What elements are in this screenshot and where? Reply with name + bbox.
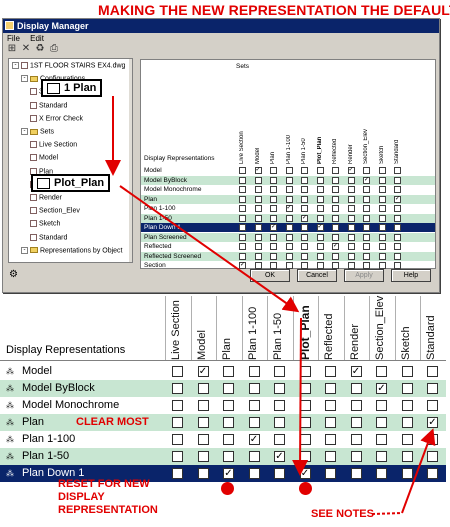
arrow-overlay: [105, 96, 436, 515]
arrow-to-plot-column: [119, 185, 300, 313]
arrow-see-notes: [401, 428, 436, 514]
arrow-down-plot-column: [292, 317, 309, 476]
see-notes-dash: [371, 512, 403, 515]
